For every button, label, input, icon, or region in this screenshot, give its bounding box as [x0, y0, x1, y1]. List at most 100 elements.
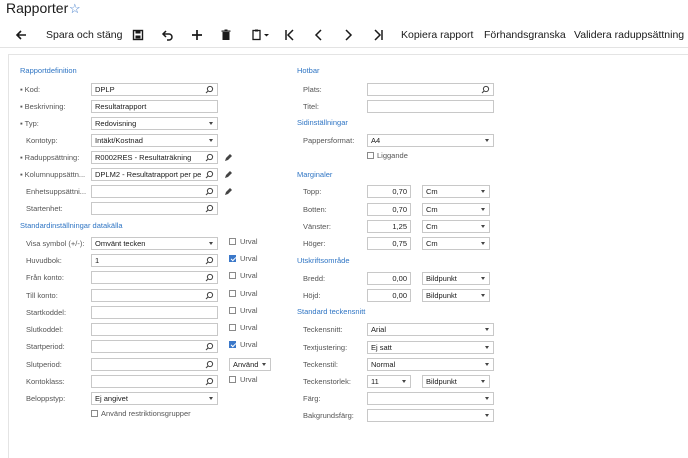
chevron-down-icon — [481, 380, 485, 383]
chevron-down-icon — [209, 242, 213, 245]
search-icon[interactable] — [205, 204, 214, 213]
bredd-input[interactable]: 0,00 — [367, 272, 411, 285]
hoger-input[interactable]: 0,75 — [367, 237, 411, 250]
previous-record-icon[interactable] — [313, 26, 325, 44]
urval-label: Urval — [240, 306, 258, 315]
bakgrundsfarg-label: Bakgrundsfärg: — [303, 411, 354, 420]
startkoddel-input[interactable] — [91, 306, 218, 319]
add-icon[interactable] — [191, 26, 203, 44]
topp-unit-select[interactable]: Cm — [422, 185, 490, 198]
kod-input[interactable]: DPLP — [91, 83, 218, 96]
search-icon[interactable] — [205, 187, 214, 196]
search-icon[interactable] — [205, 85, 214, 94]
delete-icon[interactable] — [220, 26, 232, 44]
chevron-down-icon — [481, 277, 485, 280]
farg-label: Färg: — [303, 394, 321, 403]
edit-pencil-icon[interactable] — [224, 170, 233, 179]
last-record-icon[interactable] — [372, 26, 384, 44]
search-icon[interactable] — [205, 153, 214, 162]
kontotyp-select[interactable]: Intäkt/Kostnad — [91, 134, 218, 147]
vanster-input[interactable]: 1,25 — [367, 220, 411, 233]
hojd-input[interactable]: 0,00 — [367, 289, 411, 302]
copy-report-button[interactable]: Kopiera rapport — [401, 26, 473, 44]
chevron-down-icon — [481, 190, 485, 193]
teckenstil-select[interactable]: Normal — [367, 358, 494, 371]
huvudbok-input[interactable]: 1 — [91, 254, 218, 267]
typ-select[interactable]: Redovisning — [91, 117, 218, 130]
save-close-button[interactable]: Spara och stäng — [46, 26, 122, 44]
urval-checkbox-huvudbok[interactable] — [229, 255, 236, 262]
raduppsattning-input[interactable]: R0002RES - Resultaträkning — [91, 151, 218, 164]
kolumnuppsattning-input[interactable]: DPLM2 - Resultatrapport per pe — [91, 168, 218, 181]
section-print-area: Utskriftsområde — [297, 256, 350, 265]
startenhet-input[interactable] — [91, 202, 218, 215]
urval-checkbox-fran-konto[interactable] — [229, 272, 236, 279]
search-icon[interactable] — [481, 85, 490, 94]
title-bar: Rapporter ☆ — [0, 0, 688, 20]
search-icon[interactable] — [205, 377, 214, 386]
restriction-groups-checkbox[interactable] — [91, 410, 98, 417]
urval-checkbox-visa[interactable] — [229, 238, 236, 245]
bakgrundsfarg-select[interactable] — [367, 409, 494, 422]
hojd-unit-select[interactable]: Bildpunkt — [422, 289, 490, 302]
bredd-unit-select[interactable]: Bildpunkt — [422, 272, 490, 285]
search-icon[interactable] — [205, 170, 214, 179]
beskrivning-input[interactable]: Resultatrapport — [91, 100, 218, 113]
botten-unit-select[interactable]: Cm — [422, 203, 490, 216]
textjustering-select[interactable]: Ej satt — [367, 341, 494, 354]
teckensnitt-select[interactable]: Arial — [367, 323, 494, 336]
slutkoddel-label: Slutkoddel: — [26, 325, 64, 334]
next-record-icon[interactable] — [342, 26, 354, 44]
visa-symbol-select[interactable]: Omvänt tecken — [91, 237, 218, 250]
favorite-star-icon[interactable]: ☆ — [69, 1, 81, 17]
slutperiod-anvand-select[interactable]: Använd — [229, 358, 271, 371]
till-konto-input[interactable] — [91, 289, 218, 302]
enhetsuppsattning-input[interactable] — [91, 185, 218, 198]
plats-label: Plats: — [303, 85, 322, 94]
undo-icon[interactable] — [161, 26, 173, 44]
urval-checkbox-slutkoddel[interactable] — [229, 324, 236, 331]
chevron-down-icon — [485, 363, 489, 366]
search-icon[interactable] — [205, 273, 214, 282]
validate-row-set-button[interactable]: Validera raduppsättning — [574, 26, 684, 44]
liggande-checkbox[interactable] — [367, 152, 374, 159]
paste-dropdown-icon[interactable] — [251, 26, 271, 44]
slutkoddel-input[interactable] — [91, 323, 218, 336]
startperiod-input[interactable] — [91, 340, 218, 353]
urval-checkbox-till-konto[interactable] — [229, 290, 236, 297]
farg-select[interactable] — [367, 392, 494, 405]
teckenstorlek-unit-select[interactable]: Bildpunkt — [422, 375, 490, 388]
urval-checkbox-kontoklass[interactable] — [229, 376, 236, 383]
botten-input[interactable]: 0,70 — [367, 203, 411, 216]
plats-input[interactable] — [367, 83, 494, 96]
chevron-down-icon — [485, 414, 489, 417]
chevron-down-icon — [209, 397, 213, 400]
teckenstorlek-select[interactable]: 11 — [367, 375, 411, 388]
search-icon[interactable] — [205, 342, 214, 351]
hoger-unit-select[interactable]: Cm — [422, 237, 490, 250]
slutperiod-input[interactable] — [91, 358, 218, 371]
save-icon[interactable] — [132, 26, 144, 44]
vanster-unit-select[interactable]: Cm — [422, 220, 490, 233]
back-arrow-icon[interactable] — [15, 26, 27, 44]
titel-input[interactable] — [367, 100, 494, 113]
preview-button[interactable]: Förhandsgranska — [484, 26, 566, 44]
search-icon[interactable] — [205, 360, 214, 369]
fran-konto-input[interactable] — [91, 271, 218, 284]
search-icon[interactable] — [205, 256, 214, 265]
kod-label: ▪ Kod: — [20, 85, 41, 94]
topp-input[interactable]: 0,70 — [367, 185, 411, 198]
urval-checkbox-startperiod[interactable] — [229, 341, 236, 348]
kontoklass-label: Kontoklass: — [26, 377, 65, 386]
pappersformat-select[interactable]: A4 — [367, 134, 494, 147]
first-record-icon[interactable] — [284, 26, 296, 44]
search-icon[interactable] — [205, 291, 214, 300]
urval-checkbox-startkoddel[interactable] — [229, 307, 236, 314]
pappersformat-label: Pappersformat: — [303, 136, 355, 145]
hojd-label: Höjd: — [303, 291, 321, 300]
kontoklass-input[interactable] — [91, 375, 218, 388]
beloppstyp-select[interactable]: Ej angivet — [91, 392, 218, 405]
edit-pencil-icon[interactable] — [224, 187, 233, 196]
edit-pencil-icon[interactable] — [224, 153, 233, 162]
slutperiod-label: Slutperiod: — [26, 360, 62, 369]
